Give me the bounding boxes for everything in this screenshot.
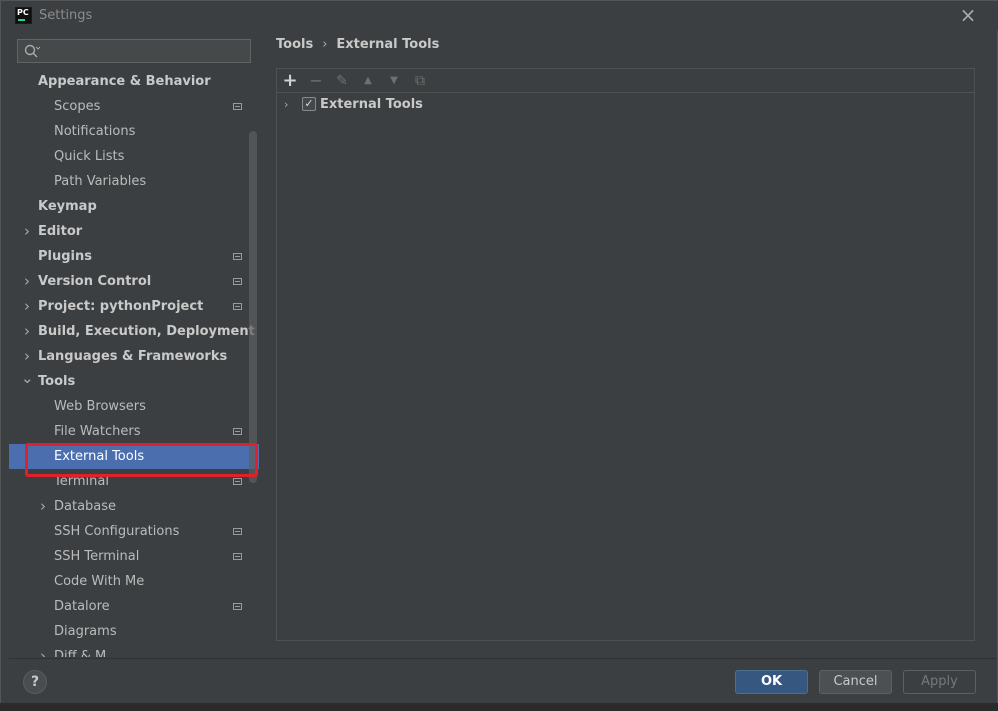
- project-level-icon: [233, 253, 242, 260]
- dialog-footer: ? OK Cancel Apply: [9, 658, 997, 704]
- sidebar-item-diagrams[interactable]: Diagrams: [9, 619, 259, 644]
- sidebar-item-label: Plugins: [38, 249, 92, 264]
- chevron-right-icon[interactable]: ›: [37, 494, 49, 519]
- sidebar-item-version-control[interactable]: › Version Control: [9, 269, 259, 294]
- chevron-right-icon[interactable]: ›: [21, 294, 33, 319]
- sidebar-item-languages-frameworks[interactable]: › Languages & Frameworks: [9, 344, 259, 369]
- sidebar-item-notifications[interactable]: Notifications: [9, 119, 259, 144]
- sidebar-item-label: Diff & M…: [54, 649, 120, 657]
- chevron-right-icon[interactable]: ›: [21, 344, 33, 369]
- sidebar-item-label: Build, Execution, Deployment: [38, 324, 255, 339]
- logo-text: PC: [17, 8, 29, 17]
- sidebar-item-label: Keymap: [38, 199, 97, 214]
- project-level-icon: [233, 428, 242, 435]
- breadcrumb-current: External Tools: [336, 37, 440, 52]
- sidebar-item-terminal[interactable]: Terminal: [9, 469, 259, 494]
- sidebar-item-label: SSH Configurations: [54, 524, 180, 539]
- tool-group-row[interactable]: › ✓ External Tools: [277, 95, 974, 115]
- move-down-icon[interactable]: ▼: [384, 71, 404, 91]
- close-icon[interactable]: ×: [957, 5, 979, 27]
- sidebar-item-tools[interactable]: ⌄ Tools: [9, 369, 259, 394]
- sidebar-item-keymap[interactable]: Keymap: [9, 194, 259, 219]
- project-level-icon: [233, 303, 242, 310]
- sidebar-scrollbar[interactable]: [249, 131, 257, 483]
- chevron-down-icon[interactable]: ⌄: [21, 369, 34, 394]
- apply-button[interactable]: Apply: [903, 670, 976, 694]
- sidebar-item-database[interactable]: › Database: [9, 494, 259, 519]
- ok-button[interactable]: OK: [735, 670, 808, 694]
- sidebar-item-label: Datalore: [54, 599, 110, 614]
- sidebar-item-label: Terminal: [54, 474, 109, 489]
- chevron-right-icon[interactable]: ›: [284, 95, 288, 115]
- sidebar-item-web-browsers[interactable]: Web Browsers: [9, 394, 259, 419]
- move-up-icon[interactable]: ▲: [358, 71, 378, 91]
- sidebar-item-external-tools[interactable]: External Tools: [9, 444, 259, 469]
- sidebar-item-scopes[interactable]: Scopes: [9, 94, 259, 119]
- sidebar-item-project-pythonproject[interactable]: › Project: pythonProject: [9, 294, 259, 319]
- sidebar-item-label: Code With Me: [54, 574, 145, 589]
- sidebar-item-label: Notifications: [54, 124, 136, 139]
- sidebar-item-label: Database: [54, 499, 117, 514]
- external-tools-panel: + − ✎ ▲ ▼ ⧉ › ✓ External Tools: [276, 68, 975, 641]
- window-title: Settings: [39, 8, 93, 23]
- search-input[interactable]: [17, 39, 251, 63]
- sidebar-item-ssh-terminal[interactable]: SSH Terminal: [9, 544, 259, 569]
- edit-icon[interactable]: ✎: [332, 71, 352, 91]
- settings-tree: Appearance & Behavior Scopes Notifications…: [9, 69, 259, 657]
- settings-dialog: PC Settings × Appearance & Behavior Scope…: [0, 0, 998, 711]
- chevron-right-icon[interactable]: ›: [21, 219, 33, 244]
- sidebar-item-diff-m[interactable]: › Diff & M…: [9, 644, 259, 657]
- sidebar-item-code-with-me[interactable]: Code With Me: [9, 569, 259, 594]
- tools-toolbar: + − ✎ ▲ ▼ ⧉: [277, 69, 974, 93]
- sidebar-item-label: Diagrams: [54, 624, 117, 639]
- sidebar-item-datalore[interactable]: Datalore: [9, 594, 259, 619]
- add-icon[interactable]: +: [280, 71, 300, 91]
- cancel-button[interactable]: Cancel: [819, 670, 892, 694]
- sidebar-item-label: Editor: [38, 224, 83, 239]
- remove-icon[interactable]: −: [306, 71, 326, 91]
- title-bar: PC Settings ×: [1, 1, 998, 31]
- breadcrumb: Tools › External Tools: [276, 37, 439, 52]
- sidebar-item-file-watchers[interactable]: File Watchers: [9, 419, 259, 444]
- background-strip: [0, 703, 998, 711]
- sidebar-item-plugins[interactable]: Plugins: [9, 244, 259, 269]
- sidebar-item-label: Project: pythonProject: [38, 299, 204, 314]
- sidebar-item-label: Path Variables: [54, 174, 147, 189]
- chevron-right-icon[interactable]: ›: [21, 319, 33, 344]
- sidebar-item-label: SSH Terminal: [54, 549, 140, 564]
- sidebar-item-label: Appearance & Behavior: [38, 74, 211, 89]
- pycharm-logo-icon: PC: [15, 7, 32, 24]
- copy-icon[interactable]: ⧉: [410, 71, 430, 91]
- sidebar-item-label: Web Browsers: [54, 399, 146, 414]
- sidebar-item-appearance-behavior[interactable]: Appearance & Behavior: [9, 69, 259, 94]
- sidebar-item-path-variables[interactable]: Path Variables: [9, 169, 259, 194]
- tool-group-checkbox[interactable]: ✓: [302, 97, 316, 111]
- chevron-right-icon[interactable]: ›: [21, 269, 33, 294]
- project-level-icon: [233, 553, 242, 560]
- sidebar-item-label: External Tools: [54, 449, 145, 464]
- breadcrumb-parent[interactable]: Tools: [276, 37, 313, 52]
- sidebar-item-build-execution-deployment[interactable]: › Build, Execution, Deployment: [9, 319, 259, 344]
- sidebar-item-editor[interactable]: › Editor: [9, 219, 259, 244]
- project-level-icon: [233, 603, 242, 610]
- sidebar-item-label: Scopes: [54, 99, 101, 114]
- sidebar-item-label: Version Control: [38, 274, 152, 289]
- project-level-icon: [233, 103, 242, 110]
- sidebar-item-label: Languages & Frameworks: [38, 349, 228, 364]
- project-level-icon: [233, 528, 242, 535]
- help-button[interactable]: ?: [23, 670, 47, 694]
- search-icon: [24, 44, 41, 58]
- project-level-icon: [233, 278, 242, 285]
- settings-sidebar: Appearance & Behavior Scopes Notifications…: [9, 31, 259, 657]
- sidebar-item-label: File Watchers: [54, 424, 141, 439]
- breadcrumb-separator: ›: [322, 37, 328, 52]
- sidebar-item-label: Tools: [38, 374, 76, 389]
- sidebar-item-quick-lists[interactable]: Quick Lists: [9, 144, 259, 169]
- project-level-icon: [233, 478, 242, 485]
- tool-group-label: External Tools: [320, 97, 423, 112]
- sidebar-item-ssh-configurations[interactable]: SSH Configurations: [9, 519, 259, 544]
- sidebar-item-label: Quick Lists: [54, 149, 125, 164]
- chevron-right-icon[interactable]: ›: [37, 644, 49, 657]
